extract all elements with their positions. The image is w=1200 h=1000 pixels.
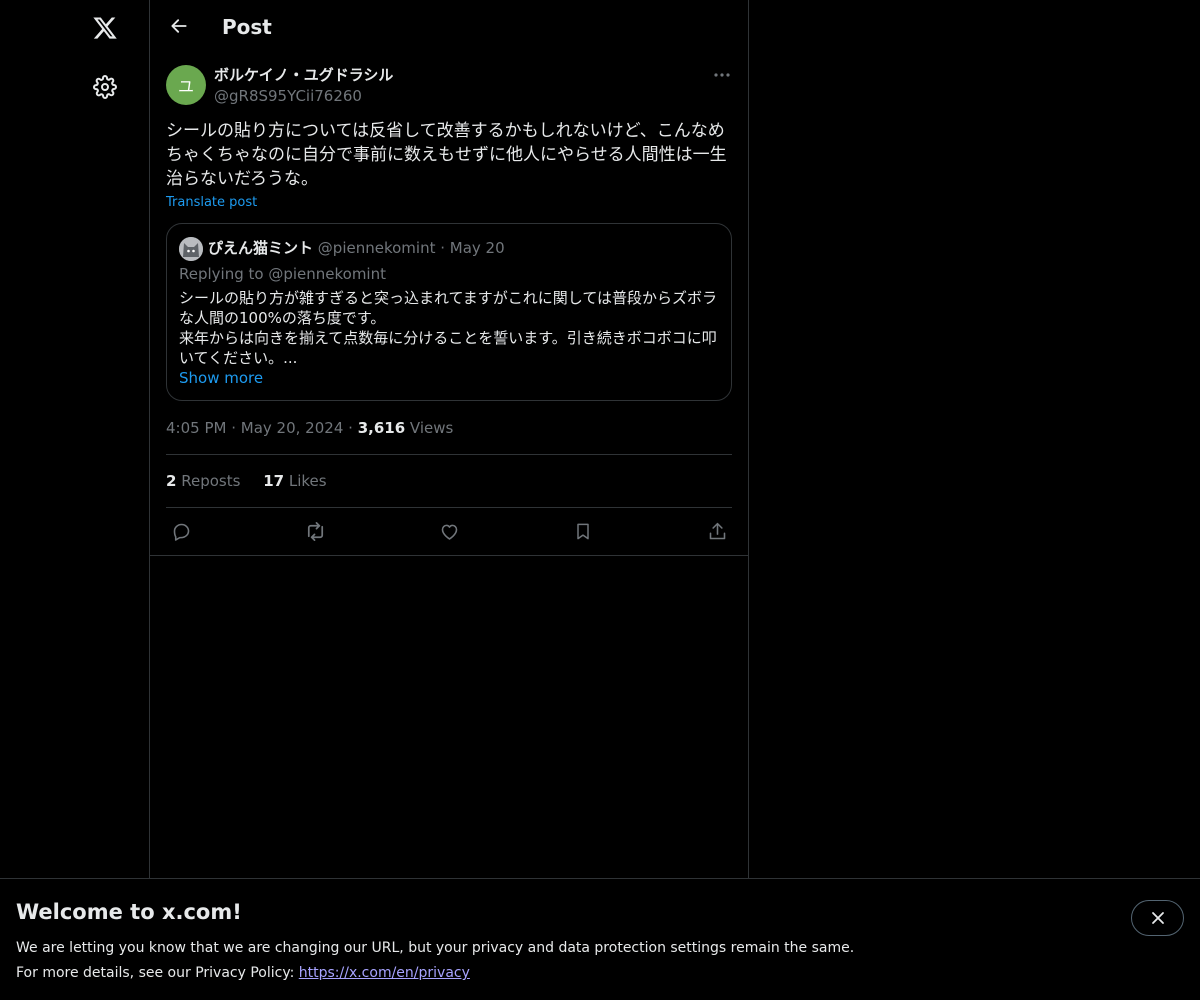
quote-text: シールの貼り方が雑すぎると突っ込まれてますがこれに関しては普段からズボラ な人間… — [179, 289, 718, 367]
author-name[interactable]: ボルケイノ・ユグドラシル — [214, 65, 393, 85]
separator-dot: · — [348, 419, 358, 437]
post-meta: 4:05 PM · May 20, 2024 · 3,616 Views — [166, 418, 453, 438]
post-author: ユ ボルケイノ・ユグドラシル @gR8S95YCii76260 — [166, 65, 732, 107]
back-arrow-icon[interactable] — [162, 9, 196, 43]
reply-icon[interactable] — [168, 518, 194, 544]
gear-icon[interactable] — [85, 67, 125, 107]
quote-author-handle: @piennekomint — [317, 239, 436, 257]
close-banner-button[interactable] — [1131, 900, 1184, 936]
share-icon[interactable] — [704, 518, 730, 544]
page-header: Post — [150, 0, 748, 53]
bookmark-icon[interactable] — [570, 518, 596, 544]
x-logo-icon[interactable] — [85, 8, 125, 48]
quote-header: ぴえん猫ミント @piennekomint · May 20 — [208, 238, 505, 258]
repost-icon[interactable] — [302, 518, 328, 544]
show-more-link[interactable]: Show more — [179, 368, 263, 388]
close-icon — [1151, 912, 1164, 924]
reposts-label: Reposts — [181, 472, 241, 490]
post-date[interactable]: May 20, 2024 — [241, 419, 344, 437]
more-options-icon[interactable] — [712, 65, 732, 85]
translate-post-link[interactable]: Translate post — [166, 194, 257, 212]
banner-line-2: For more details, see our Privacy Policy… — [16, 961, 854, 986]
welcome-banner: Welcome to x.com! We are letting you kno… — [0, 878, 1200, 1000]
action-bar — [166, 518, 732, 544]
post-stats: 2 Reposts 17 Likes — [166, 471, 345, 491]
banner-text: We are letting you know that we are chan… — [16, 936, 854, 986]
likes-count: 17 — [263, 472, 285, 490]
post-time[interactable]: 4:05 PM — [166, 419, 226, 437]
quote-author-name: ぴえん猫ミント — [208, 239, 314, 257]
privacy-policy-link[interactable]: https://x.com/en/privacy — [299, 965, 470, 981]
divider — [166, 454, 732, 455]
divider — [166, 507, 732, 508]
banner-line-1: We are letting you know that we are chan… — [16, 940, 855, 956]
avatar[interactable]: ユ — [166, 65, 206, 105]
views-label: Views — [409, 419, 454, 437]
left-nav — [0, 0, 150, 1000]
likes-label: Likes — [288, 472, 327, 490]
post-text: シールの貼り方については反省して改善するかもしれないけど、こんなめ ちゃくちゃな… — [166, 121, 727, 189]
quote-avatar — [179, 237, 203, 261]
banner-line-2-prefix: For more details, see our Privacy Policy… — [16, 965, 299, 981]
likes-stat[interactable]: 17 Likes — [263, 472, 326, 490]
banner-title: Welcome to x.com! — [16, 900, 242, 924]
separator-dot: · — [231, 419, 241, 437]
main-column: Post ユ ボルケイノ・ユグドラシル @gR8S95YCii76260 シール… — [149, 0, 749, 1000]
quote-date: May 20 — [449, 239, 505, 257]
quote-replying-to: Replying to @piennekomint — [179, 265, 386, 283]
like-icon[interactable] — [436, 518, 462, 544]
author-handle[interactable]: @gR8S95YCii76260 — [214, 86, 362, 106]
reposts-count: 2 — [166, 472, 177, 490]
page-title: Post — [222, 15, 272, 39]
reposts-stat[interactable]: 2 Reposts — [166, 472, 240, 490]
quoted-post[interactable]: ぴえん猫ミント @piennekomint · May 20 Replying … — [166, 223, 732, 401]
views-count: 3,616 — [357, 419, 406, 437]
separator-dot: · — [440, 239, 450, 257]
divider — [150, 555, 748, 556]
